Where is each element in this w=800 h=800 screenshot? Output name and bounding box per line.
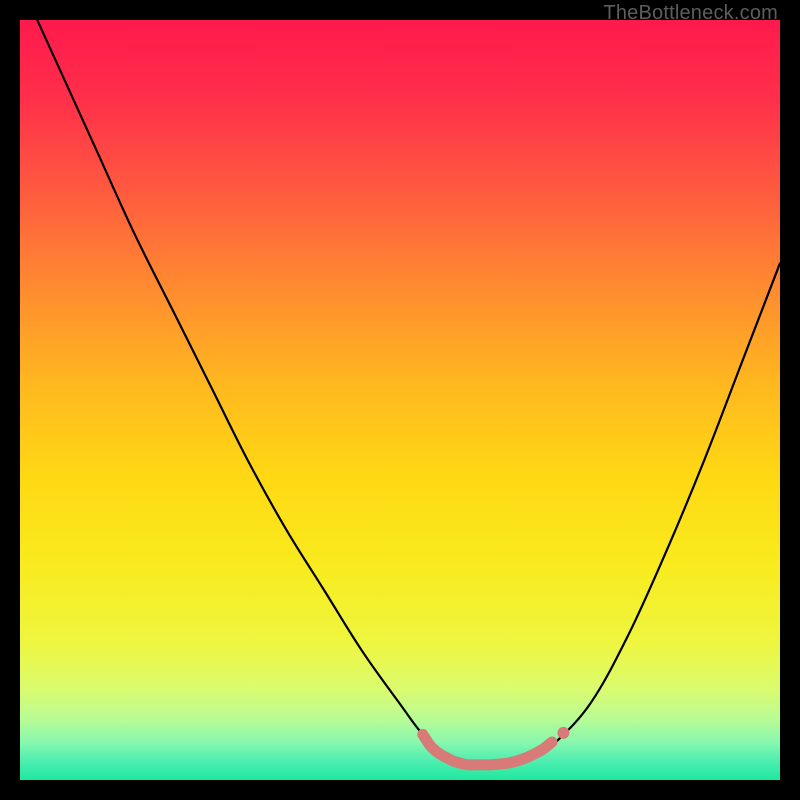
curve-layer [20,20,780,780]
watermark-text: TheBottleneck.com [603,2,778,25]
optimal-dot [557,727,569,739]
bottleneck-curve [20,20,780,765]
plot-area [20,20,780,780]
optimal-segment [423,734,552,765]
chart-frame: TheBottleneck.com [0,0,800,800]
